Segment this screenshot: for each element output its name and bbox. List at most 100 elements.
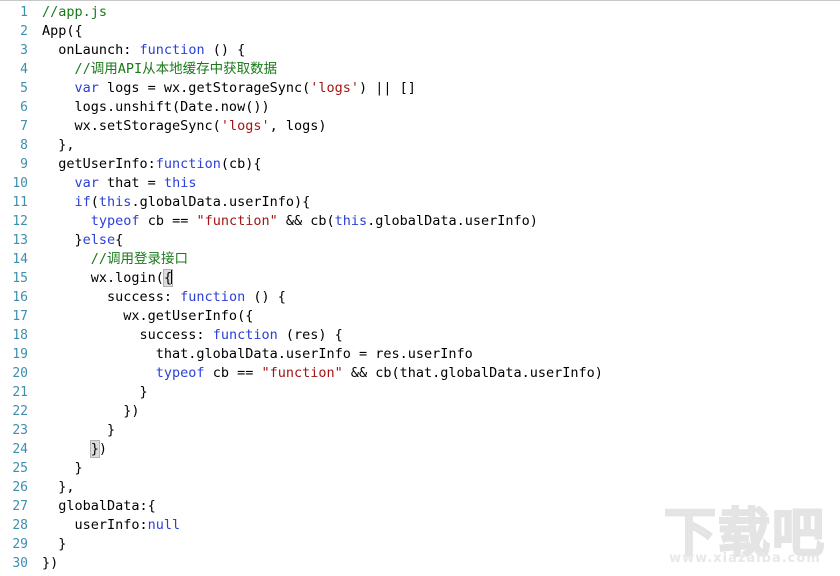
code-line[interactable]: success: function (res) { (42, 326, 840, 345)
token-keyword: function (180, 289, 246, 305)
token-plain: } (42, 536, 67, 552)
code-line[interactable]: } (42, 535, 840, 554)
token-plain: success: (42, 327, 213, 343)
line-number: 16 (12, 290, 28, 305)
token-keyword: function (212, 327, 278, 343)
token-plain: .globalData.userInfo) (367, 213, 538, 229)
token-plain: logs = wx.getStorageSync( (98, 80, 311, 96)
token-keyword: if (74, 194, 91, 210)
code-line[interactable]: } (42, 421, 840, 440)
token-plain: }) (42, 403, 140, 419)
code-editor[interactable]: 1 2 3 4 5 6 7 8 9 10 11 12 13 14 15 16 17 18 19 20 21 22 23 24 2… (0, 0, 840, 576)
line-number: 18 (12, 328, 28, 343)
token-plain: && cb(that.globalData.userInfo) (342, 365, 603, 381)
code-line[interactable]: var logs = wx.getStorageSync('logs') || … (42, 79, 840, 98)
code-line[interactable]: var that = this (42, 174, 840, 193)
code-line[interactable]: } (42, 459, 840, 478)
token-plain: logs.unshift(Date.now()) (42, 99, 270, 115)
bracket-match-highlight: } (89, 440, 100, 458)
token-plain: .globalData.userInfo){ (131, 194, 311, 210)
code-line[interactable]: logs.unshift(Date.now()) (42, 98, 840, 117)
code-line[interactable]: }else{ (42, 231, 840, 250)
line-number: 24 (12, 442, 28, 457)
token-plain: that = (98, 175, 164, 191)
token-plain: } (42, 460, 83, 476)
token-plain: }, (42, 137, 75, 153)
token-keyword: function (155, 156, 221, 172)
token-string: 'logs' (310, 80, 360, 96)
line-number: 1 (20, 5, 28, 20)
code-line[interactable]: }) (42, 402, 840, 421)
token-plain: wx.setStorageSync( (42, 118, 221, 134)
line-number: 23 (12, 423, 28, 438)
token-keyword: function (139, 42, 205, 58)
code-line[interactable]: wx.login({ (42, 269, 840, 288)
token-plain: }) (42, 555, 59, 571)
code-line[interactable]: getUserInfo:function(cb){ (42, 155, 840, 174)
code-line[interactable]: //调用API从本地缓存中获取数据 (42, 60, 840, 79)
code-line[interactable]: }, (42, 478, 840, 497)
code-line[interactable]: //app.js (42, 3, 840, 22)
line-number: 3 (20, 43, 28, 58)
code-line[interactable]: if(this.globalData.userInfo){ (42, 193, 840, 212)
line-number: 10 (12, 176, 28, 191)
line-number: 29 (12, 537, 28, 552)
token-plain: } (42, 384, 148, 400)
code-line[interactable]: typeof cb == "function" && cb(that.globa… (42, 364, 840, 383)
line-number: 13 (12, 233, 28, 248)
code-content[interactable]: //app.js App({ onLaunch: function () { //… (34, 3, 840, 573)
line-number: 9 (20, 157, 28, 172)
token-plain: ) || [] (359, 80, 416, 96)
code-viewport[interactable]: 1 2 3 4 5 6 7 8 9 10 11 12 13 14 15 16 17 18 19 20 21 22 23 24 2… (0, 1, 840, 573)
token-plain: ( (90, 194, 99, 210)
token-comment: //调用API从本地缓存中获取数据 (74, 61, 278, 77)
code-line[interactable]: typeof cb == "function" && cb(this.globa… (42, 212, 840, 231)
code-line[interactable]: success: function () { (42, 288, 840, 307)
token-keyword: var (74, 80, 99, 96)
token-plain: ) (98, 441, 108, 457)
line-number: 17 (12, 309, 28, 324)
token-plain: , logs) (269, 118, 327, 134)
token-plain: success: (42, 289, 181, 305)
token-plain: (res) { (277, 327, 343, 343)
code-line[interactable]: }) (42, 440, 840, 459)
code-line[interactable]: }, (42, 136, 840, 155)
code-line[interactable]: userInfo:null (42, 516, 840, 535)
token-plain: { (115, 232, 124, 248)
code-line[interactable]: onLaunch: function () { (42, 41, 840, 60)
token-keyword: var (74, 175, 99, 191)
line-number: 30 (12, 556, 28, 571)
code-line[interactable]: wx.getUserInfo({ (42, 307, 840, 326)
line-number: 27 (12, 499, 28, 514)
code-line[interactable]: wx.setStorageSync('logs', logs) (42, 117, 840, 136)
line-number: 19 (12, 347, 28, 362)
token-plain: App({ (42, 23, 83, 39)
token-keyword: typeof (90, 213, 140, 229)
token-plain: (cb){ (220, 156, 262, 172)
line-number: 28 (12, 518, 28, 533)
code-line[interactable]: that.globalData.userInfo = res.userInfo (42, 345, 840, 364)
code-line[interactable]: }) (42, 554, 840, 573)
line-number: 14 (12, 252, 28, 267)
token-keyword: else (82, 232, 116, 248)
token-string: "function" (196, 213, 278, 229)
line-number: 11 (12, 195, 28, 210)
code-line[interactable]: globalData:{ (42, 497, 840, 516)
token-plain: () { (204, 42, 246, 58)
token-plain: }, (42, 479, 75, 495)
token-plain: that.globalData.userInfo = res.userInfo (42, 346, 473, 362)
line-number: 2 (20, 24, 28, 39)
token-comment: //调用登录接口 (90, 251, 189, 267)
token-keyword: this (334, 213, 368, 229)
code-line[interactable]: //调用登录接口 (42, 250, 840, 269)
line-number: 4 (20, 62, 28, 77)
code-line[interactable]: App({ (42, 22, 840, 41)
token-plain: wx.login( (42, 270, 164, 286)
token-plain: onLaunch: (42, 42, 140, 58)
code-line[interactable]: } (42, 383, 840, 402)
token-plain: cb == (204, 365, 262, 381)
token-plain: cb == (139, 213, 197, 229)
